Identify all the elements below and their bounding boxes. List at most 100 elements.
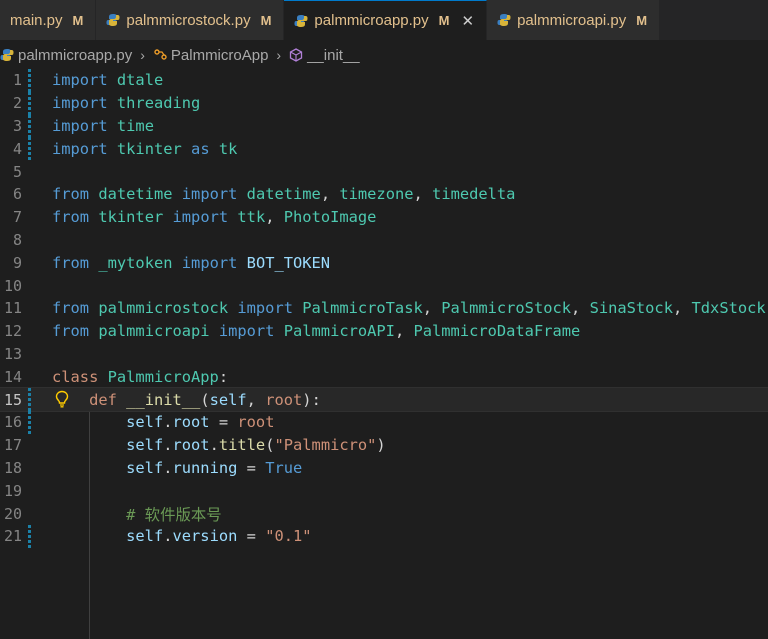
tab-main-py[interactable]: main.py M (0, 0, 97, 40)
code-token: import (52, 71, 108, 90)
code-line[interactable]: 1 import dtale (0, 69, 768, 92)
breadcrumb-file[interactable]: palmmicroapp.py (18, 47, 132, 64)
code-line[interactable]: 19 (0, 479, 768, 502)
code-line[interactable]: 12 from palmmicroapi import PalmmicroAPI,… (0, 320, 768, 343)
code-line[interactable]: 4 import tkinter as tk (0, 137, 768, 161)
code-token: self (126, 527, 164, 546)
code-token: ttk (237, 208, 266, 227)
code-token: root (237, 413, 275, 432)
code-line[interactable]: 9 from _mytoken import BOT_TOKEN (0, 251, 768, 274)
tab-palmmicroapi-py[interactable]: palmmicroapi.py M (487, 0, 661, 40)
tab-label: main.py (10, 11, 63, 29)
code-token: SinaStock (589, 299, 673, 318)
code-token: : (218, 367, 229, 386)
code-token: "Palmmicro" (274, 436, 377, 455)
code-token: from (52, 299, 90, 318)
python-icon (497, 13, 511, 27)
line-number: 19 (3, 481, 22, 500)
code-line[interactable]: 15 def __init__(self, root): (0, 387, 768, 412)
code-editor[interactable]: 1 import dtale 2 import threading 3 import ti… (0, 69, 768, 639)
code-token: root (172, 436, 210, 455)
breadcrumb-method[interactable]: __init__ (307, 47, 360, 64)
modified-badge: M (438, 13, 450, 28)
line-number: 13 (3, 344, 22, 363)
code-token: True (265, 458, 303, 477)
code-line[interactable]: 11 from palmmicrostock import PalmmicroTa… (0, 297, 768, 320)
code-line[interactable]: 14 class PalmmicroApp: (0, 365, 768, 388)
code-token: timezone (339, 185, 414, 204)
code-line[interactable]: 8 (0, 229, 768, 252)
code-token: # 软件版本号 (126, 505, 222, 524)
gutter-change-indicator (28, 297, 31, 320)
code-text: class PalmmicroApp: (52, 368, 768, 386)
line-number: 12 (3, 322, 22, 341)
code-token: = (237, 527, 266, 546)
code-token: , (672, 299, 692, 318)
code-line[interactable]: 3 import time (0, 114, 768, 138)
code-token: self (126, 436, 164, 455)
modified-badge: M (636, 12, 648, 28)
modified-badge: M (260, 12, 272, 28)
code-token: , (265, 208, 284, 227)
code-token: self (209, 390, 247, 409)
symbol-method-icon (289, 48, 303, 62)
code-token: PalmmicroDataFrame (413, 322, 581, 341)
code-token: . (163, 527, 173, 546)
code-line[interactable]: 13 (0, 343, 768, 366)
code-token: from (52, 185, 90, 204)
code-token: self (126, 458, 164, 477)
code-token: . (209, 436, 219, 455)
line-number: 14 (3, 367, 22, 386)
line-number: 5 (12, 162, 22, 181)
code-line[interactable]: 18 self.running = True (0, 457, 768, 480)
tab-palmmicroapp-py[interactable]: palmmicroapp.py M ✕ (284, 0, 488, 40)
code-token: as (191, 139, 210, 158)
line-number: 9 (12, 253, 22, 272)
code-text: from _mytoken import BOT_TOKEN (52, 254, 768, 272)
tab-label: palmmicrostock.py (126, 11, 251, 29)
python-icon (294, 14, 308, 28)
code-token: , (394, 322, 414, 341)
line-number: 6 (12, 185, 22, 204)
code-token: ): (302, 390, 321, 409)
code-line[interactable]: 17 self.root.title("Palmmicro") (0, 434, 768, 457)
code-token: running (172, 458, 238, 477)
gutter-change-indicator (28, 160, 31, 183)
code-line[interactable]: 21 self.version = "0.1" (0, 524, 768, 548)
code-line[interactable]: 7 from tkinter import ttk, PhotoImage (0, 206, 768, 229)
code-token: import (181, 185, 238, 204)
code-line[interactable]: 20 # 软件版本号 (0, 502, 768, 525)
line-number: 4 (12, 139, 22, 158)
gutter-change-indicator (28, 343, 31, 366)
code-token: = (209, 413, 238, 432)
breadcrumb-class[interactable]: PalmmicroApp (171, 47, 269, 64)
code-line[interactable]: 6 from datetime import datetime, timezone… (0, 183, 768, 206)
code-token: palmmicroapi (98, 322, 210, 341)
gutter-change-indicator (28, 524, 31, 548)
code-token: = (237, 458, 266, 477)
code-token: def (89, 390, 117, 409)
tab-palmmicrostock-py[interactable]: palmmicrostock.py M (96, 0, 285, 40)
code-line[interactable]: 2 import threading (0, 91, 768, 115)
code-text: def __init__(self, root): (52, 391, 768, 409)
code-line[interactable]: 10 (0, 274, 768, 297)
code-token: . (163, 436, 173, 455)
code-line[interactable]: 5 (0, 160, 768, 183)
close-icon[interactable]: ✕ (461, 12, 474, 30)
code-line[interactable]: 16 self.root = root (0, 410, 768, 434)
gutter-change-indicator (28, 274, 31, 297)
gutter-change-indicator (28, 137, 31, 161)
gutter-change-indicator (28, 183, 31, 206)
lightbulb-icon[interactable] (54, 390, 70, 408)
